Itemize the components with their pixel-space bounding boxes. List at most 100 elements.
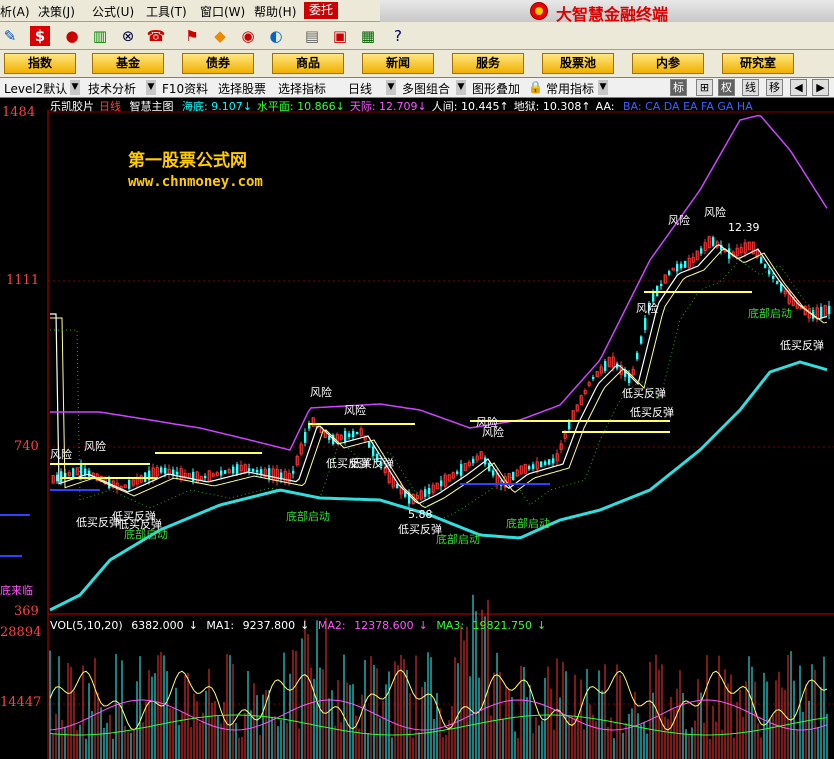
ma2-label: MA2: xyxy=(317,619,346,632)
vol-value: 6382.000 xyxy=(131,619,184,632)
candle-body xyxy=(72,468,75,478)
indicator-name: 智慧主图 xyxy=(129,100,174,113)
price-axis-label: 369 xyxy=(14,604,39,619)
header-field: BA: CA DA EA FA GA HA xyxy=(622,100,753,113)
candle-body xyxy=(544,461,547,465)
signal-label: 低买反弹 xyxy=(622,387,666,400)
ma2-value: 12378.600 xyxy=(354,619,414,632)
signal-label: 底部启动 xyxy=(436,533,480,546)
candle-body xyxy=(640,336,643,344)
header-field: AA: xyxy=(595,100,618,113)
candle-body xyxy=(164,467,167,474)
signal-label: 底部启动 xyxy=(506,517,550,530)
signal-label: 风险 xyxy=(668,214,690,227)
vol-name: VOL(5,10,20) xyxy=(50,619,123,632)
side-signal-label: 底来临 xyxy=(0,584,33,597)
candle-body xyxy=(644,318,647,330)
candle-body xyxy=(80,464,83,476)
candle-body xyxy=(60,471,63,483)
candle-body xyxy=(352,431,355,438)
candle-body xyxy=(304,431,307,443)
candle-body xyxy=(568,421,571,430)
price-axis-label: 1111 xyxy=(6,273,40,288)
candle-body xyxy=(712,237,715,246)
signal-label: 12.39 xyxy=(728,221,760,234)
ma1-value: 9237.800 xyxy=(242,619,296,632)
candle-body xyxy=(204,475,207,479)
candle-body xyxy=(820,306,823,318)
header-field: 天际: 12.709↓ xyxy=(349,100,427,113)
candle-body xyxy=(252,469,255,472)
signal-label: 风险 xyxy=(310,386,332,399)
candle-body xyxy=(84,468,87,476)
candle-body xyxy=(512,471,515,481)
chart-header: 乐凯胶片 日线 智慧主图 海底: 9.107↓ 水平面: 10.866↓ 天际: 12… xyxy=(50,98,763,114)
candle-body xyxy=(456,471,459,474)
candle-body xyxy=(472,458,475,464)
signal-label: 底部启动 xyxy=(124,528,168,541)
candle-body xyxy=(604,361,607,371)
signal-label: 风险 xyxy=(50,448,72,461)
candle-body xyxy=(440,480,443,487)
signal-label: 风险 xyxy=(344,404,366,417)
ma3-label: MA3: xyxy=(436,619,465,632)
candle-body xyxy=(680,263,683,269)
header-field: 人间: 10.445↑ xyxy=(431,100,509,113)
candle-body xyxy=(292,470,295,474)
candle-body xyxy=(492,470,495,476)
candle-body xyxy=(56,474,59,482)
header-field: 海底: 9.107↓ xyxy=(182,100,252,113)
candle-body xyxy=(552,458,555,464)
candle-body xyxy=(268,468,271,480)
volume-header: VOL(5,10,20) 6382.000 ↓ MA1: 9237.800 ↓ MA… xyxy=(50,619,547,632)
candle-body xyxy=(220,470,223,476)
signal-label: 风险 xyxy=(482,426,504,439)
candle-body xyxy=(128,479,131,489)
candle-body xyxy=(528,466,531,470)
candle-body xyxy=(224,470,227,474)
candle-body xyxy=(764,264,767,268)
candle-body xyxy=(660,283,663,287)
header-field: 地狱: 10.308↑ xyxy=(513,100,591,113)
candle-body xyxy=(88,470,91,477)
stock-name: 乐凯胶片 xyxy=(50,100,94,113)
ma1-label: MA1: xyxy=(206,619,235,632)
candle-body xyxy=(548,459,551,465)
candle-body xyxy=(348,433,351,438)
candle-body xyxy=(760,257,763,263)
period-label: 日线 xyxy=(99,100,121,113)
signal-label: 5.88 xyxy=(408,508,433,521)
candle-body xyxy=(428,488,431,494)
candle-body xyxy=(460,464,463,476)
ma3-value: 19821.750 xyxy=(472,619,533,632)
candle-body xyxy=(676,263,679,272)
ma-white-line xyxy=(50,244,828,505)
signal-label: 低买反弹 xyxy=(780,339,824,352)
candle-body xyxy=(772,275,775,280)
vol-axis-label: 14447 xyxy=(0,695,42,710)
candle-body xyxy=(592,376,595,380)
candle-body xyxy=(248,468,251,471)
vol-axis-label: 28894 xyxy=(0,625,42,640)
candle-body xyxy=(236,464,239,474)
header-field: 水平面: 10.866↓ xyxy=(256,100,345,113)
candle-body xyxy=(424,489,427,497)
watermark-url: www.chnmoney.com xyxy=(128,174,263,190)
candle-body xyxy=(232,466,235,474)
candle-body xyxy=(160,467,163,473)
signal-label: 底部启动 xyxy=(748,307,792,320)
candle-body xyxy=(828,305,831,315)
signal-label: 低买反弹 xyxy=(630,406,674,419)
signal-label: 风险 xyxy=(704,206,726,219)
watermark-title: 第一股票公式网 xyxy=(128,151,247,171)
price-axis-label: 740 xyxy=(14,439,39,454)
signal-label: 低买反弹 xyxy=(350,457,394,470)
candle-body xyxy=(684,260,687,268)
ma-yellow-line xyxy=(50,248,828,509)
candle-body xyxy=(356,431,359,435)
candle-body xyxy=(176,471,179,475)
candle-body xyxy=(776,281,779,284)
candle-body xyxy=(700,248,703,254)
candle-body xyxy=(256,470,259,473)
signal-label: 风险 xyxy=(84,440,106,453)
